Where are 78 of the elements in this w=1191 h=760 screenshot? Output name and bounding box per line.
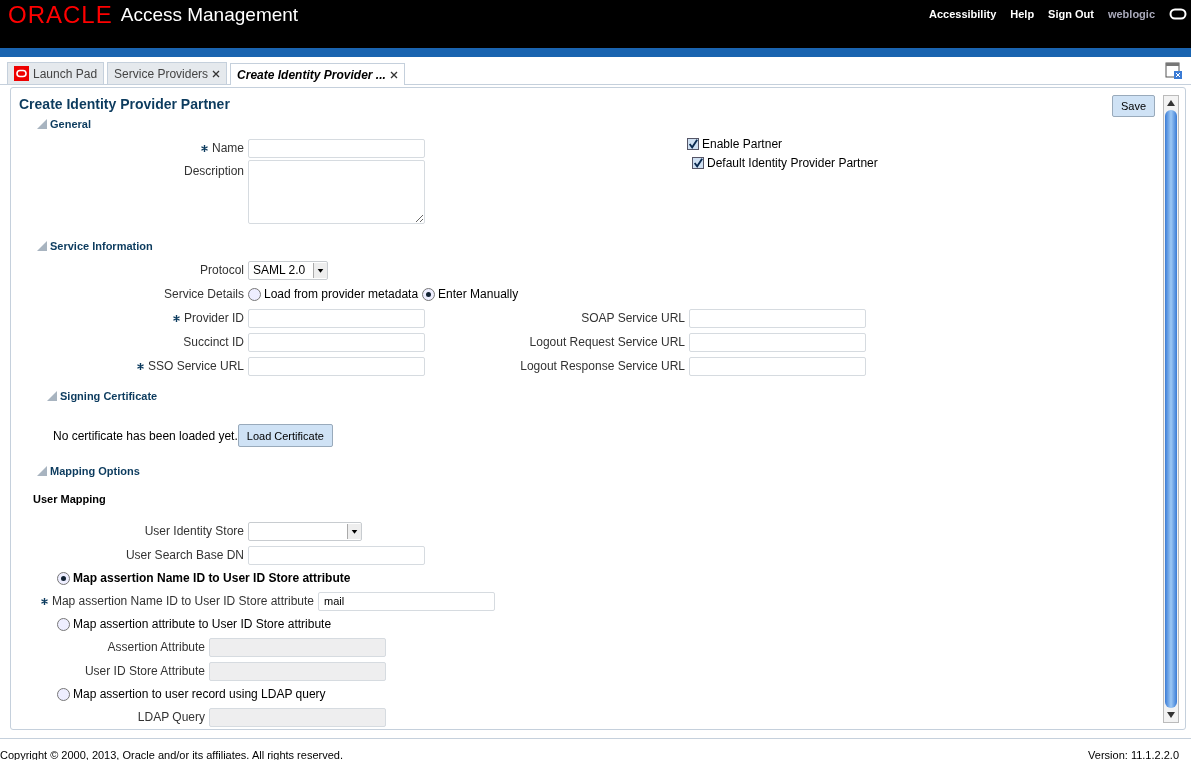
certificate-status-text: No certificate has been loaded yet. <box>53 428 238 443</box>
checkbox[interactable] <box>692 156 704 169</box>
field-label: SSO Service URL <box>19 359 244 373</box>
protocol-dropdown[interactable]: SAML 2.0 <box>248 260 328 280</box>
checkbox-option[interactable]: Enable Partner <box>687 134 878 153</box>
dropdown-caret-icon[interactable] <box>347 523 361 539</box>
scroll-down-arrow-icon[interactable] <box>1167 712 1175 718</box>
radio-button[interactable] <box>248 287 261 301</box>
text-field[interactable] <box>689 332 866 352</box>
required-icon <box>172 315 180 323</box>
collapse-triangle-icon[interactable] <box>37 466 47 476</box>
detach-window-icon[interactable] <box>1165 62 1183 80</box>
field-label: SOAP Service URL <box>580 311 685 325</box>
header-link[interactable]: Sign Out <box>1048 8 1094 20</box>
field-label: Service Details <box>162 287 244 301</box>
scrollbar[interactable] <box>1163 95 1179 723</box>
save-button[interactable]: Save <box>1111 95 1155 117</box>
field-label: Name <box>19 141 244 155</box>
field-label: Succinct ID <box>182 335 244 349</box>
text-field[interactable] <box>248 308 425 328</box>
version-text: Version: 11.1.2.2.0 <box>1088 749 1179 760</box>
radio-option[interactable]: Enter Manually <box>422 287 519 301</box>
checkbox-option[interactable]: Default Identity Provider Partner <box>692 153 878 172</box>
load-certificate-button[interactable]: Load Certificate <box>237 424 333 447</box>
text-field[interactable] <box>248 332 425 352</box>
field-label: Protocol <box>198 263 244 277</box>
radio-button[interactable] <box>57 687 70 701</box>
field-label: User Search Base DN <box>124 548 244 562</box>
radio-button[interactable] <box>422 287 436 301</box>
field-label: Provider ID <box>19 311 244 325</box>
collapse-triangle-icon[interactable] <box>37 241 47 251</box>
oracle-ring-icon <box>1169 8 1187 20</box>
field-label: User ID Store Attribute <box>83 664 205 678</box>
tab[interactable]: Service Providers <box>107 62 228 84</box>
field-label: Map assertion Name ID to User ID Store attribute <box>19 594 314 608</box>
radio-option[interactable]: Map assertion attribute to User ID Store attribute <box>57 613 1163 635</box>
radio-option[interactable]: Map assertion Name ID to User ID Store attribute <box>57 567 1163 589</box>
radio-option[interactable]: Load from provider metadata <box>248 287 419 301</box>
field-label: Description <box>182 163 244 178</box>
text-field[interactable] <box>689 308 866 328</box>
collapse-triangle-icon[interactable] <box>47 391 57 401</box>
product-title: Access Management <box>120 3 299 27</box>
text-field[interactable] <box>248 138 425 158</box>
section-title: Signing Certificate <box>60 390 158 402</box>
required-icon <box>201 145 208 153</box>
dropdown-caret-icon[interactable] <box>313 262 327 278</box>
field-label: User Identity Store <box>143 524 244 538</box>
required-icon <box>136 363 144 371</box>
field-label: Assertion Attribute <box>106 640 205 654</box>
brand-logo: ORACLE <box>8 2 113 28</box>
close-icon[interactable] <box>389 70 398 79</box>
field-label: Logout Response Service URL <box>519 359 685 373</box>
required-icon <box>40 598 48 606</box>
tab[interactable]: Launch Pad <box>7 62 105 84</box>
section-title: General <box>50 118 91 130</box>
header-link[interactable]: Accessibility <box>929 8 997 20</box>
user-name: weblogic <box>1107 8 1155 20</box>
scroll-up-arrow-icon[interactable] <box>1167 100 1175 106</box>
radio-button[interactable] <box>57 571 70 585</box>
radio-button[interactable] <box>57 617 70 631</box>
subsection-title: User Mapping <box>33 493 107 505</box>
page-title: Create Identity Provider Partner <box>19 96 230 112</box>
field-label: LDAP Query <box>136 710 205 724</box>
section-title: Service Information <box>50 240 153 252</box>
tab[interactable]: Create Identity Provider ... <box>230 63 405 85</box>
close-icon[interactable] <box>212 69 221 78</box>
section-title: Mapping Options <box>50 465 140 477</box>
text-field[interactable]: mail <box>318 591 495 611</box>
description-field[interactable] <box>248 160 425 224</box>
oracle-icon <box>14 66 29 81</box>
header-link[interactable]: Help <box>1010 8 1035 20</box>
text-field[interactable] <box>248 545 425 565</box>
text-field[interactable] <box>248 356 425 376</box>
checkbox[interactable] <box>687 137 699 150</box>
radio-option[interactable]: Map assertion to user record using LDAP query <box>57 683 1163 705</box>
text-field[interactable] <box>689 356 866 376</box>
field-label: Logout Request Service URL <box>528 335 685 349</box>
collapse-triangle-icon[interactable] <box>37 119 47 129</box>
